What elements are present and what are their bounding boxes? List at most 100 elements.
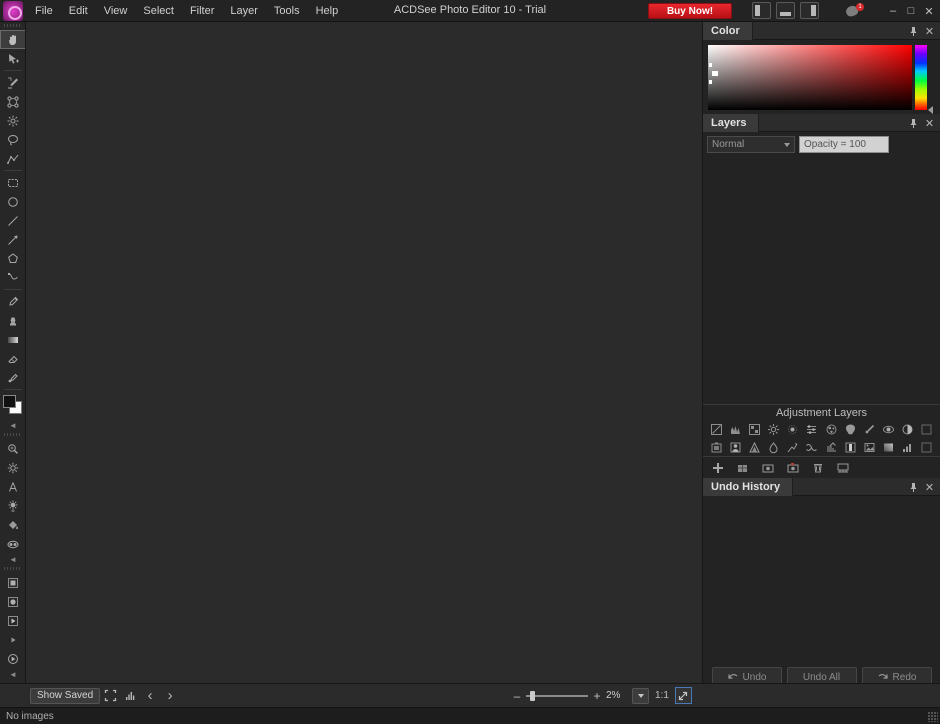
adj-row1-extra-icon[interactable] <box>918 421 936 437</box>
toggle-bottom-panel-icon[interactable] <box>776 2 795 19</box>
layers-list[interactable] <box>703 156 940 404</box>
tool-dodge-burn[interactable] <box>0 458 25 477</box>
close-button[interactable]: ✕ <box>920 0 938 22</box>
duplicate-layer-button[interactable] <box>734 460 752 476</box>
snapshot-button[interactable] <box>784 460 802 476</box>
previous-image-button[interactable]: ‹ <box>140 687 160 705</box>
color-panel-tab[interactable]: Color <box>703 21 753 40</box>
menu-file[interactable]: File <box>27 2 61 20</box>
adj-exposure-icon[interactable] <box>784 421 802 437</box>
adj-blur-icon[interactable] <box>764 439 782 455</box>
maximize-button[interactable]: □ <box>902 0 920 22</box>
adj-light-eq-icon[interactable] <box>764 421 782 437</box>
layer-mask-button[interactable] <box>759 460 777 476</box>
close-icon[interactable]: ✕ <box>923 116 936 130</box>
tool-red-eye[interactable] <box>0 534 25 553</box>
tool-square-shape[interactable] <box>0 573 25 592</box>
saturation-value-field[interactable] <box>708 45 912 110</box>
toggle-left-panel-icon[interactable] <box>752 2 771 19</box>
toggle-right-panel-icon[interactable] <box>800 2 819 19</box>
show-saved-button[interactable]: Show Saved <box>30 687 101 704</box>
zoom-preset-dropdown[interactable] <box>632 687 649 704</box>
adj-contrast-icon[interactable] <box>879 421 897 437</box>
next-image-button[interactable]: › <box>160 687 180 705</box>
tool-brush[interactable] <box>0 73 25 92</box>
toolbar-collapse-top[interactable]: ◄ <box>0 419 25 431</box>
tool-circle-shape[interactable] <box>0 592 25 611</box>
adj-detail-icon[interactable] <box>822 439 840 455</box>
adj-color-eq-icon[interactable] <box>822 421 840 437</box>
menu-select[interactable]: Select <box>135 2 182 20</box>
tool-rect-select[interactable] <box>0 173 25 192</box>
zoom-slider[interactable] <box>526 688 588 704</box>
hue-strip[interactable] <box>915 45 927 110</box>
adj-bw-icon[interactable] <box>841 439 859 455</box>
actual-size-button[interactable]: 1:1 <box>653 690 671 701</box>
minimize-button[interactable]: – <box>884 0 902 22</box>
fit-to-window-icon[interactable] <box>674 687 692 704</box>
undo-history-list[interactable] <box>703 496 940 661</box>
add-layer-button[interactable] <box>709 460 727 476</box>
zoom-in-button[interactable]: + <box>592 689 602 703</box>
fullscreen-icon[interactable] <box>100 687 120 705</box>
adj-row2-extra-icon[interactable] <box>918 439 936 455</box>
tool-ellipse-select[interactable] <box>0 192 25 211</box>
tool-line[interactable] <box>0 211 25 230</box>
merge-layer-button[interactable] <box>834 460 852 476</box>
close-icon[interactable]: ✕ <box>923 24 936 38</box>
pin-icon[interactable] <box>907 116 920 130</box>
adj-color-balance-icon[interactable] <box>803 421 821 437</box>
menu-tools[interactable]: Tools <box>266 2 308 20</box>
undo-history-panel-tab[interactable]: Undo History <box>703 477 794 496</box>
layers-panel-tab[interactable]: Layers <box>703 113 760 132</box>
tool-polygon[interactable] <box>0 249 25 268</box>
adj-dehaze-icon[interactable] <box>860 421 878 437</box>
canvas-area[interactable] <box>26 22 703 683</box>
notification-bell-icon[interactable]: 1 <box>844 3 864 19</box>
adj-white-balance-icon[interactable] <box>841 421 859 437</box>
tool-text[interactable] <box>0 477 25 496</box>
pin-icon[interactable] <box>907 24 920 38</box>
zoom-slider-knob[interactable] <box>530 690 535 701</box>
adj-histogram-icon[interactable] <box>726 421 744 437</box>
adj-tone-curves-icon[interactable] <box>745 421 763 437</box>
adj-noise-icon[interactable] <box>745 439 763 455</box>
tool-arrow[interactable] <box>0 230 25 249</box>
pin-icon[interactable] <box>907 480 920 494</box>
toolbar-grip[interactable] <box>4 23 22 28</box>
adj-sepia-icon[interactable] <box>860 439 878 455</box>
tool-play-small[interactable] <box>0 630 25 649</box>
resize-grip[interactable] <box>928 712 938 722</box>
histogram-icon[interactable] <box>120 687 140 705</box>
toolbar-collapse-mid[interactable]: ◄ <box>0 553 25 565</box>
toolbar-grip-2[interactable] <box>4 432 22 437</box>
tool-select-move[interactable] <box>0 49 25 68</box>
menu-filter[interactable]: Filter <box>182 2 222 20</box>
adj-clarity-icon[interactable] <box>784 439 802 455</box>
adj-split-tone-icon[interactable] <box>803 439 821 455</box>
tool-smart-erase[interactable] <box>0 92 25 111</box>
zoom-out-button[interactable]: – <box>512 689 522 703</box>
tool-polygon-lasso[interactable] <box>0 149 25 168</box>
adj-gradient-icon[interactable] <box>879 439 897 455</box>
blend-mode-select[interactable]: Normal <box>707 135 795 153</box>
tool-clone-stamp[interactable] <box>0 311 25 330</box>
adj-curves-icon[interactable] <box>899 439 917 455</box>
tool-curve[interactable] <box>0 268 25 287</box>
adj-invert-icon[interactable] <box>899 421 917 437</box>
buy-now-button[interactable]: Buy Now! <box>648 3 732 19</box>
menu-help[interactable]: Help <box>308 2 347 20</box>
tool-magic-wand[interactable] <box>0 111 25 130</box>
toolbar-grip-3[interactable] <box>4 566 22 571</box>
adj-levels-icon[interactable] <box>707 421 725 437</box>
foreground-color-swatch[interactable] <box>3 395 16 408</box>
tool-blur[interactable] <box>0 368 25 387</box>
tool-eyedropper[interactable] <box>0 292 25 311</box>
menu-edit[interactable]: Edit <box>61 2 96 20</box>
close-icon[interactable]: ✕ <box>923 480 936 494</box>
menu-layer[interactable]: Layer <box>222 2 266 20</box>
tool-eraser[interactable] <box>0 349 25 368</box>
tool-sharpen[interactable] <box>0 496 25 515</box>
adj-vignette-icon[interactable] <box>707 439 725 455</box>
adj-portrait-icon[interactable] <box>726 439 744 455</box>
